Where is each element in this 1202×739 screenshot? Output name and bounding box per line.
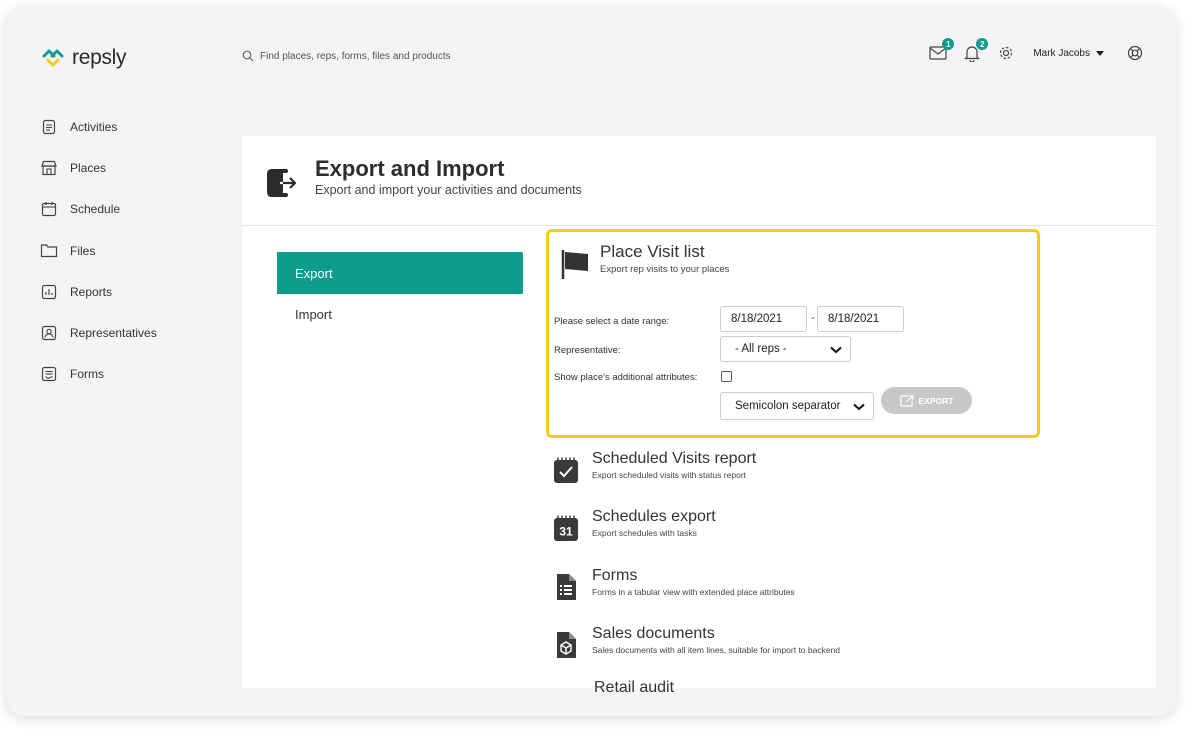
gear-icon <box>1000 46 1013 60</box>
representative-label: Representative: <box>554 345 621 356</box>
calendar-icon <box>40 200 58 218</box>
separator-select[interactable]: Semicolon separator <box>720 392 874 420</box>
chevron-down-icon <box>830 346 842 354</box>
store-icon <box>40 159 58 177</box>
form-icon <box>40 365 58 383</box>
user-menu[interactable]: Mark Jacobs <box>1033 48 1104 59</box>
page-subtitle: Export and import your activities and do… <box>315 183 582 197</box>
tab-export[interactable]: Export <box>277 252 523 294</box>
sidebar-item-label: Reports <box>70 284 113 299</box>
logo[interactable]: repsly <box>40 46 127 70</box>
svg-text:31: 31 <box>559 524 573 538</box>
report-subtitle: Export scheduled visits with status repo… <box>592 470 747 480</box>
mail-button[interactable]: 1 <box>927 38 955 64</box>
export-button[interactable]: EXPORT <box>881 387 972 414</box>
sidebar-item-label: Files <box>70 243 96 258</box>
help-icon <box>1127 45 1143 61</box>
separator-value: Semicolon separator <box>735 400 841 412</box>
export-icon <box>899 394 914 407</box>
attributes-label: Show place's additional attributes: <box>554 372 698 383</box>
notifications-button[interactable]: 2 <box>961 38 989 64</box>
page-header: Export and Import Export and import your… <box>242 136 1156 226</box>
sidebar-item-places[interactable]: Places <box>40 147 157 188</box>
main-panel: Export and Import Export and import your… <box>242 136 1156 696</box>
report-title: Forms <box>592 567 638 584</box>
calendar-check-icon <box>552 456 580 484</box>
report-subtitle: Forms in a tabular view with extended pl… <box>592 587 795 597</box>
sidebar-item-reports[interactable]: Reports <box>40 271 157 312</box>
sidebar-item-label: Representatives <box>70 326 157 341</box>
report-title: Schedules export <box>592 508 716 525</box>
report-item-sales-documents[interactable]: Sales documents Sales documents with all… <box>552 625 840 659</box>
chevron-down-icon <box>1096 50 1104 56</box>
report-item-scheduled-visits[interactable]: Scheduled Visits report Export scheduled… <box>552 450 756 484</box>
document-box-icon <box>552 631 580 659</box>
chart-icon <box>40 283 58 301</box>
report-subtitle: Sales documents with all item lines, sui… <box>592 645 841 655</box>
document-list-icon <box>552 573 580 601</box>
calendar-31-icon: 31 <box>552 514 580 542</box>
sidebar-item-activities[interactable]: Activities <box>40 106 157 147</box>
date-range-separator: - <box>811 312 815 324</box>
sidebar-item-schedule[interactable]: Schedule <box>40 189 157 230</box>
user-name: Mark Jacobs <box>1033 47 1090 59</box>
place-visit-list-subtitle: Export rep visits to your places <box>600 264 730 275</box>
date-to-input[interactable]: 8/18/2021 <box>817 306 904 332</box>
report-item-forms[interactable]: Forms Forms in a tabular view with exten… <box>552 567 795 601</box>
sidebar-item-files[interactable]: Files <box>40 230 157 271</box>
sidebar-item-label: Schedule <box>70 202 121 217</box>
report-subtitle: Export schedules with tasks <box>592 528 697 538</box>
attributes-checkbox[interactable] <box>721 371 732 382</box>
sidebar-item-label: Activities <box>70 119 118 134</box>
date-range-label: Please select a date range: <box>554 316 670 327</box>
help-button[interactable] <box>1124 42 1146 64</box>
logo-text: repsly <box>72 46 127 69</box>
report-item-schedules-export[interactable]: 31 Schedules export Export schedules wit… <box>552 508 716 542</box>
representative-select[interactable]: - All reps - <box>720 336 851 362</box>
settings-button[interactable] <box>995 42 1017 64</box>
folder-icon <box>40 242 58 260</box>
export-button-label: EXPORT <box>918 395 954 406</box>
tab-import[interactable]: Import <box>295 307 332 322</box>
repsly-logo-icon <box>42 49 64 67</box>
mail-badge: 1 <box>942 38 955 50</box>
export-import-icon <box>267 169 297 197</box>
sidebar: Activities Places Schedule Files Reports <box>40 106 157 395</box>
header-actions: 1 2 Mark Jacobs <box>915 38 1146 64</box>
search-placeholder: Find places, reps, forms, files and prod… <box>260 50 451 62</box>
clipboard-icon <box>40 118 58 136</box>
report-title: Scheduled Visits report <box>592 450 757 467</box>
flag-icon <box>561 250 588 279</box>
place-visit-list-title: Place Visit list <box>600 242 705 261</box>
chevron-down-icon <box>853 403 865 411</box>
sidebar-item-forms[interactable]: Forms <box>40 354 157 395</box>
place-visit-list-card: Place Visit list Export rep visits to yo… <box>546 229 1040 438</box>
date-from-input[interactable]: 8/18/2021 <box>720 306 807 332</box>
search-bar[interactable]: Find places, reps, forms, files and prod… <box>242 50 451 62</box>
representative-value: - All reps - <box>735 343 787 355</box>
app-window: repsly Find places, reps, forms, files a… <box>6 6 1176 716</box>
notifications-badge: 2 <box>976 38 989 50</box>
person-icon <box>40 324 58 342</box>
page-title: Export and Import <box>315 156 505 181</box>
sidebar-item-label: Places <box>70 160 107 175</box>
sidebar-item-label: Forms <box>70 367 104 382</box>
sidebar-item-representatives[interactable]: Representatives <box>40 312 157 353</box>
report-item-partial-title: Retail audit <box>594 679 675 696</box>
search-icon <box>242 50 254 62</box>
report-title: Sales documents <box>592 625 715 642</box>
